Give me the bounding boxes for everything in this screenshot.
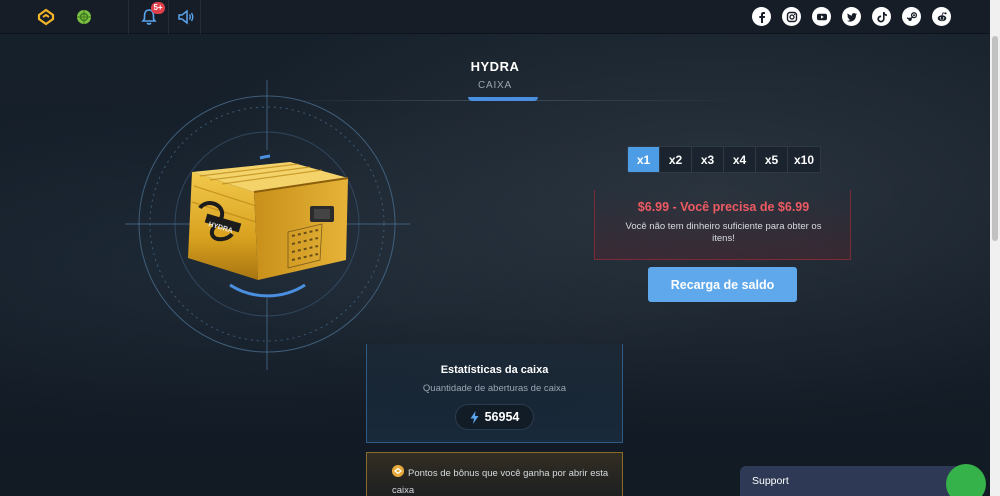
multiplier-x4-button[interactable]: x4 xyxy=(724,147,756,172)
top-bar: 5+ xyxy=(0,0,990,34)
youtube-icon[interactable] xyxy=(812,7,831,26)
stats-subtitle: Quantidade de aberturas de caixa xyxy=(422,383,567,394)
page-scrollbar[interactable] xyxy=(990,0,1000,496)
lightning-icon xyxy=(470,410,479,424)
notification-badge: 5+ xyxy=(151,2,165,14)
support-status-indicator xyxy=(946,464,986,496)
facebook-icon[interactable] xyxy=(752,7,771,26)
bell-icon[interactable]: 5+ xyxy=(138,2,165,28)
topbar-divider xyxy=(128,0,129,34)
topbar-divider xyxy=(200,0,201,34)
multiplier-x3-button[interactable]: x3 xyxy=(692,147,724,172)
scrollbar-thumb[interactable] xyxy=(992,36,998,241)
logo-icon[interactable] xyxy=(35,6,57,28)
multiplier-x1-button[interactable]: x1 xyxy=(628,147,660,172)
reddit-icon[interactable] xyxy=(932,7,951,26)
multiplier-selector: x1 x2 x3 x4 x5 x10 xyxy=(627,146,821,173)
twitter-icon[interactable] xyxy=(842,7,861,26)
tiktok-icon[interactable] xyxy=(872,7,891,26)
warning-price: $6.99 - Você precisa de $6.99 xyxy=(637,200,810,214)
case-stats-panel: Estatísticas da caixa Quantidade de aber… xyxy=(366,344,623,443)
multiplier-x5-button[interactable]: x5 xyxy=(756,147,788,172)
support-widget[interactable]: Support xyxy=(740,466,965,496)
steam-icon[interactable] xyxy=(902,7,921,26)
recharge-button[interactable]: Recarga de saldo xyxy=(648,267,797,302)
bonus-text: Pontos de bônus que você ganha por abrir… xyxy=(392,468,609,496)
instagram-icon[interactable] xyxy=(782,7,801,26)
topbar-divider xyxy=(168,0,169,34)
volume-icon[interactable] xyxy=(175,6,197,28)
support-label: Support xyxy=(752,475,789,487)
hydra-case-image: HYDRA xyxy=(188,162,349,280)
warning-message: Você não tem dinheiro suficiente para ob… xyxy=(625,221,822,244)
multiplier-x10-button[interactable]: x10 xyxy=(788,147,820,172)
title-accent-bar xyxy=(468,97,538,101)
open-count: 56954 xyxy=(484,410,520,424)
open-count-pill: 56954 xyxy=(455,404,534,430)
insufficient-funds-warning: $6.99 - Você precisa de $6.99 Você não t… xyxy=(594,190,851,260)
case-title: HYDRA xyxy=(470,59,520,74)
green-coin-icon[interactable] xyxy=(73,6,95,28)
case-subtitle: CAIXA xyxy=(477,80,512,91)
stats-title: Estatísticas da caixa xyxy=(440,364,549,376)
multiplier-x2-button[interactable]: x2 xyxy=(660,147,692,172)
bonus-points-panel: Pontos de bônus que você ganha por abrir… xyxy=(366,452,623,496)
